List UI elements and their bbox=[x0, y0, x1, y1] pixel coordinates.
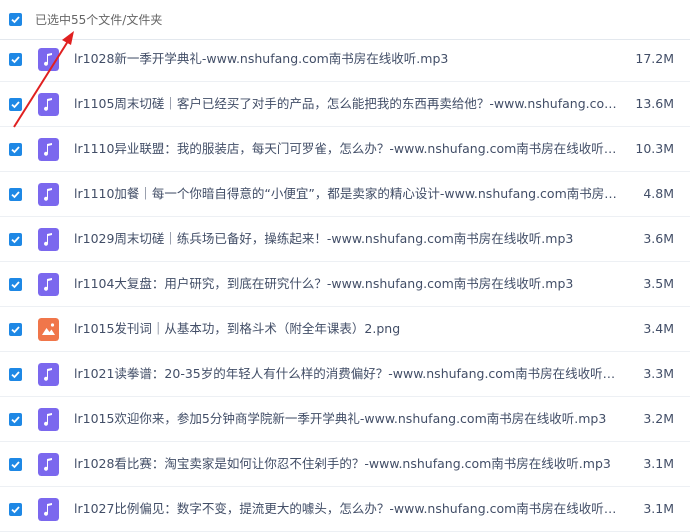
audio-file-icon bbox=[38, 363, 59, 386]
audio-file-icon bbox=[38, 498, 59, 521]
file-checkbox[interactable] bbox=[9, 233, 22, 246]
file-size: 4.8M bbox=[643, 186, 674, 201]
file-checkbox[interactable] bbox=[9, 503, 22, 516]
check-icon bbox=[11, 16, 20, 24]
file-checkbox[interactable] bbox=[9, 413, 22, 426]
audio-file-icon bbox=[38, 183, 59, 206]
file-name[interactable]: lr1021读拳谱：20-35岁的年轻人有什么样的消费偏好？-www.nshuf… bbox=[74, 364, 619, 384]
check-icon bbox=[11, 146, 20, 154]
check-icon bbox=[11, 416, 20, 424]
file-row[interactable]: lr1028新一季开学典礼-www.nshufang.com南书房在线收听.mp… bbox=[0, 37, 690, 82]
file-size: 13.6M bbox=[635, 96, 674, 111]
file-row[interactable]: lr1027比例偏见：数字不变，提流更大的噱头，怎么办？-www.nshufan… bbox=[0, 487, 690, 532]
file-name[interactable]: lr1104大复盘：用户研究，到底在研究什么？-www.nshufang.com… bbox=[74, 274, 619, 294]
file-row[interactable]: lr1021读拳谱：20-35岁的年轻人有什么样的消费偏好？-www.nshuf… bbox=[0, 352, 690, 397]
file-row[interactable]: lr1105周末切磋｜客户已经买了对手的产品，怎么能把我的东西再卖给他？-www… bbox=[0, 82, 690, 127]
file-checkbox[interactable] bbox=[9, 368, 22, 381]
selection-count-label: 已选中55个文件/文件夹 bbox=[35, 13, 163, 27]
audio-file-icon bbox=[38, 93, 59, 116]
file-name[interactable]: lr1105周末切磋｜客户已经买了对手的产品，怎么能把我的东西再卖给他？-www… bbox=[74, 94, 619, 114]
file-row[interactable]: lr1104大复盘：用户研究，到底在研究什么？-www.nshufang.com… bbox=[0, 262, 690, 307]
check-icon bbox=[11, 281, 20, 289]
file-size: 3.4M bbox=[643, 321, 674, 336]
file-size: 3.6M bbox=[643, 231, 674, 246]
file-size: 3.2M bbox=[643, 411, 674, 426]
audio-file-icon bbox=[38, 228, 59, 251]
check-icon bbox=[11, 101, 20, 109]
file-row[interactable]: lr1110加餐｜每一个你暗自得意的“小便宜”，都是卖家的精心设计-www.ns… bbox=[0, 172, 690, 217]
check-icon bbox=[11, 326, 20, 334]
check-icon bbox=[11, 506, 20, 514]
file-row[interactable]: lr1015欢迎你来，参加5分钟商学院新一季开学典礼-www.nshufang.… bbox=[0, 397, 690, 442]
file-checkbox[interactable] bbox=[9, 143, 22, 156]
file-name[interactable]: lr1029周末切磋｜练兵场已备好，操练起来！-www.nshufang.com… bbox=[74, 229, 619, 249]
file-size: 3.5M bbox=[643, 276, 674, 291]
file-name[interactable]: lr1028新一季开学典礼-www.nshufang.com南书房在线收听.mp… bbox=[74, 49, 619, 69]
audio-file-icon bbox=[38, 48, 59, 71]
file-size: 17.2M bbox=[635, 51, 674, 66]
file-row[interactable]: lr1110异业联盟：我的服装店，每天门可罗雀，怎么办？-www.nshufan… bbox=[0, 127, 690, 172]
file-name[interactable]: lr1027比例偏见：数字不变，提流更大的噱头，怎么办？-www.nshufan… bbox=[74, 499, 619, 519]
file-checkbox[interactable] bbox=[9, 323, 22, 336]
file-size: 3.1M bbox=[643, 456, 674, 471]
file-row[interactable]: lr1015发刊词｜从基本功，到格斗术（附全年课表）2.png 3.4M bbox=[0, 307, 690, 352]
file-checkbox[interactable] bbox=[9, 188, 22, 201]
file-name[interactable]: lr1028看比赛：淘宝卖家是如何让你忍不住剁手的？-www.nshufang.… bbox=[74, 454, 619, 474]
check-icon bbox=[11, 191, 20, 199]
audio-file-icon bbox=[38, 273, 59, 296]
select-all-checkbox[interactable] bbox=[9, 13, 22, 26]
file-name[interactable]: lr1110加餐｜每一个你暗自得意的“小便宜”，都是卖家的精心设计-www.ns… bbox=[74, 184, 619, 204]
audio-file-icon bbox=[38, 408, 59, 431]
check-icon bbox=[11, 56, 20, 64]
file-list: lr1028新一季开学典礼-www.nshufang.com南书房在线收听.mp… bbox=[0, 37, 690, 532]
audio-file-icon bbox=[38, 453, 59, 476]
check-icon bbox=[11, 236, 20, 244]
check-icon bbox=[11, 461, 20, 469]
file-size: 3.1M bbox=[643, 501, 674, 516]
file-row[interactable]: lr1029周末切磋｜练兵场已备好，操练起来！-www.nshufang.com… bbox=[0, 217, 690, 262]
file-name[interactable]: lr1015欢迎你来，参加5分钟商学院新一季开学典礼-www.nshufang.… bbox=[74, 409, 619, 429]
check-icon bbox=[11, 371, 20, 379]
file-checkbox[interactable] bbox=[9, 53, 22, 66]
file-checkbox[interactable] bbox=[9, 458, 22, 471]
audio-file-icon bbox=[38, 138, 59, 161]
file-checkbox[interactable] bbox=[9, 278, 22, 291]
file-row[interactable]: lr1028看比赛：淘宝卖家是如何让你忍不住剁手的？-www.nshufang.… bbox=[0, 442, 690, 487]
file-size: 3.3M bbox=[643, 366, 674, 381]
file-checkbox[interactable] bbox=[9, 98, 22, 111]
selection-header: 已选中55个文件/文件夹 bbox=[0, 0, 690, 40]
file-size: 10.3M bbox=[635, 141, 674, 156]
file-name[interactable]: lr1015发刊词｜从基本功，到格斗术（附全年课表）2.png bbox=[74, 319, 619, 339]
image-file-icon bbox=[38, 318, 59, 341]
file-name[interactable]: lr1110异业联盟：我的服装店，每天门可罗雀，怎么办？-www.nshufan… bbox=[74, 139, 619, 159]
